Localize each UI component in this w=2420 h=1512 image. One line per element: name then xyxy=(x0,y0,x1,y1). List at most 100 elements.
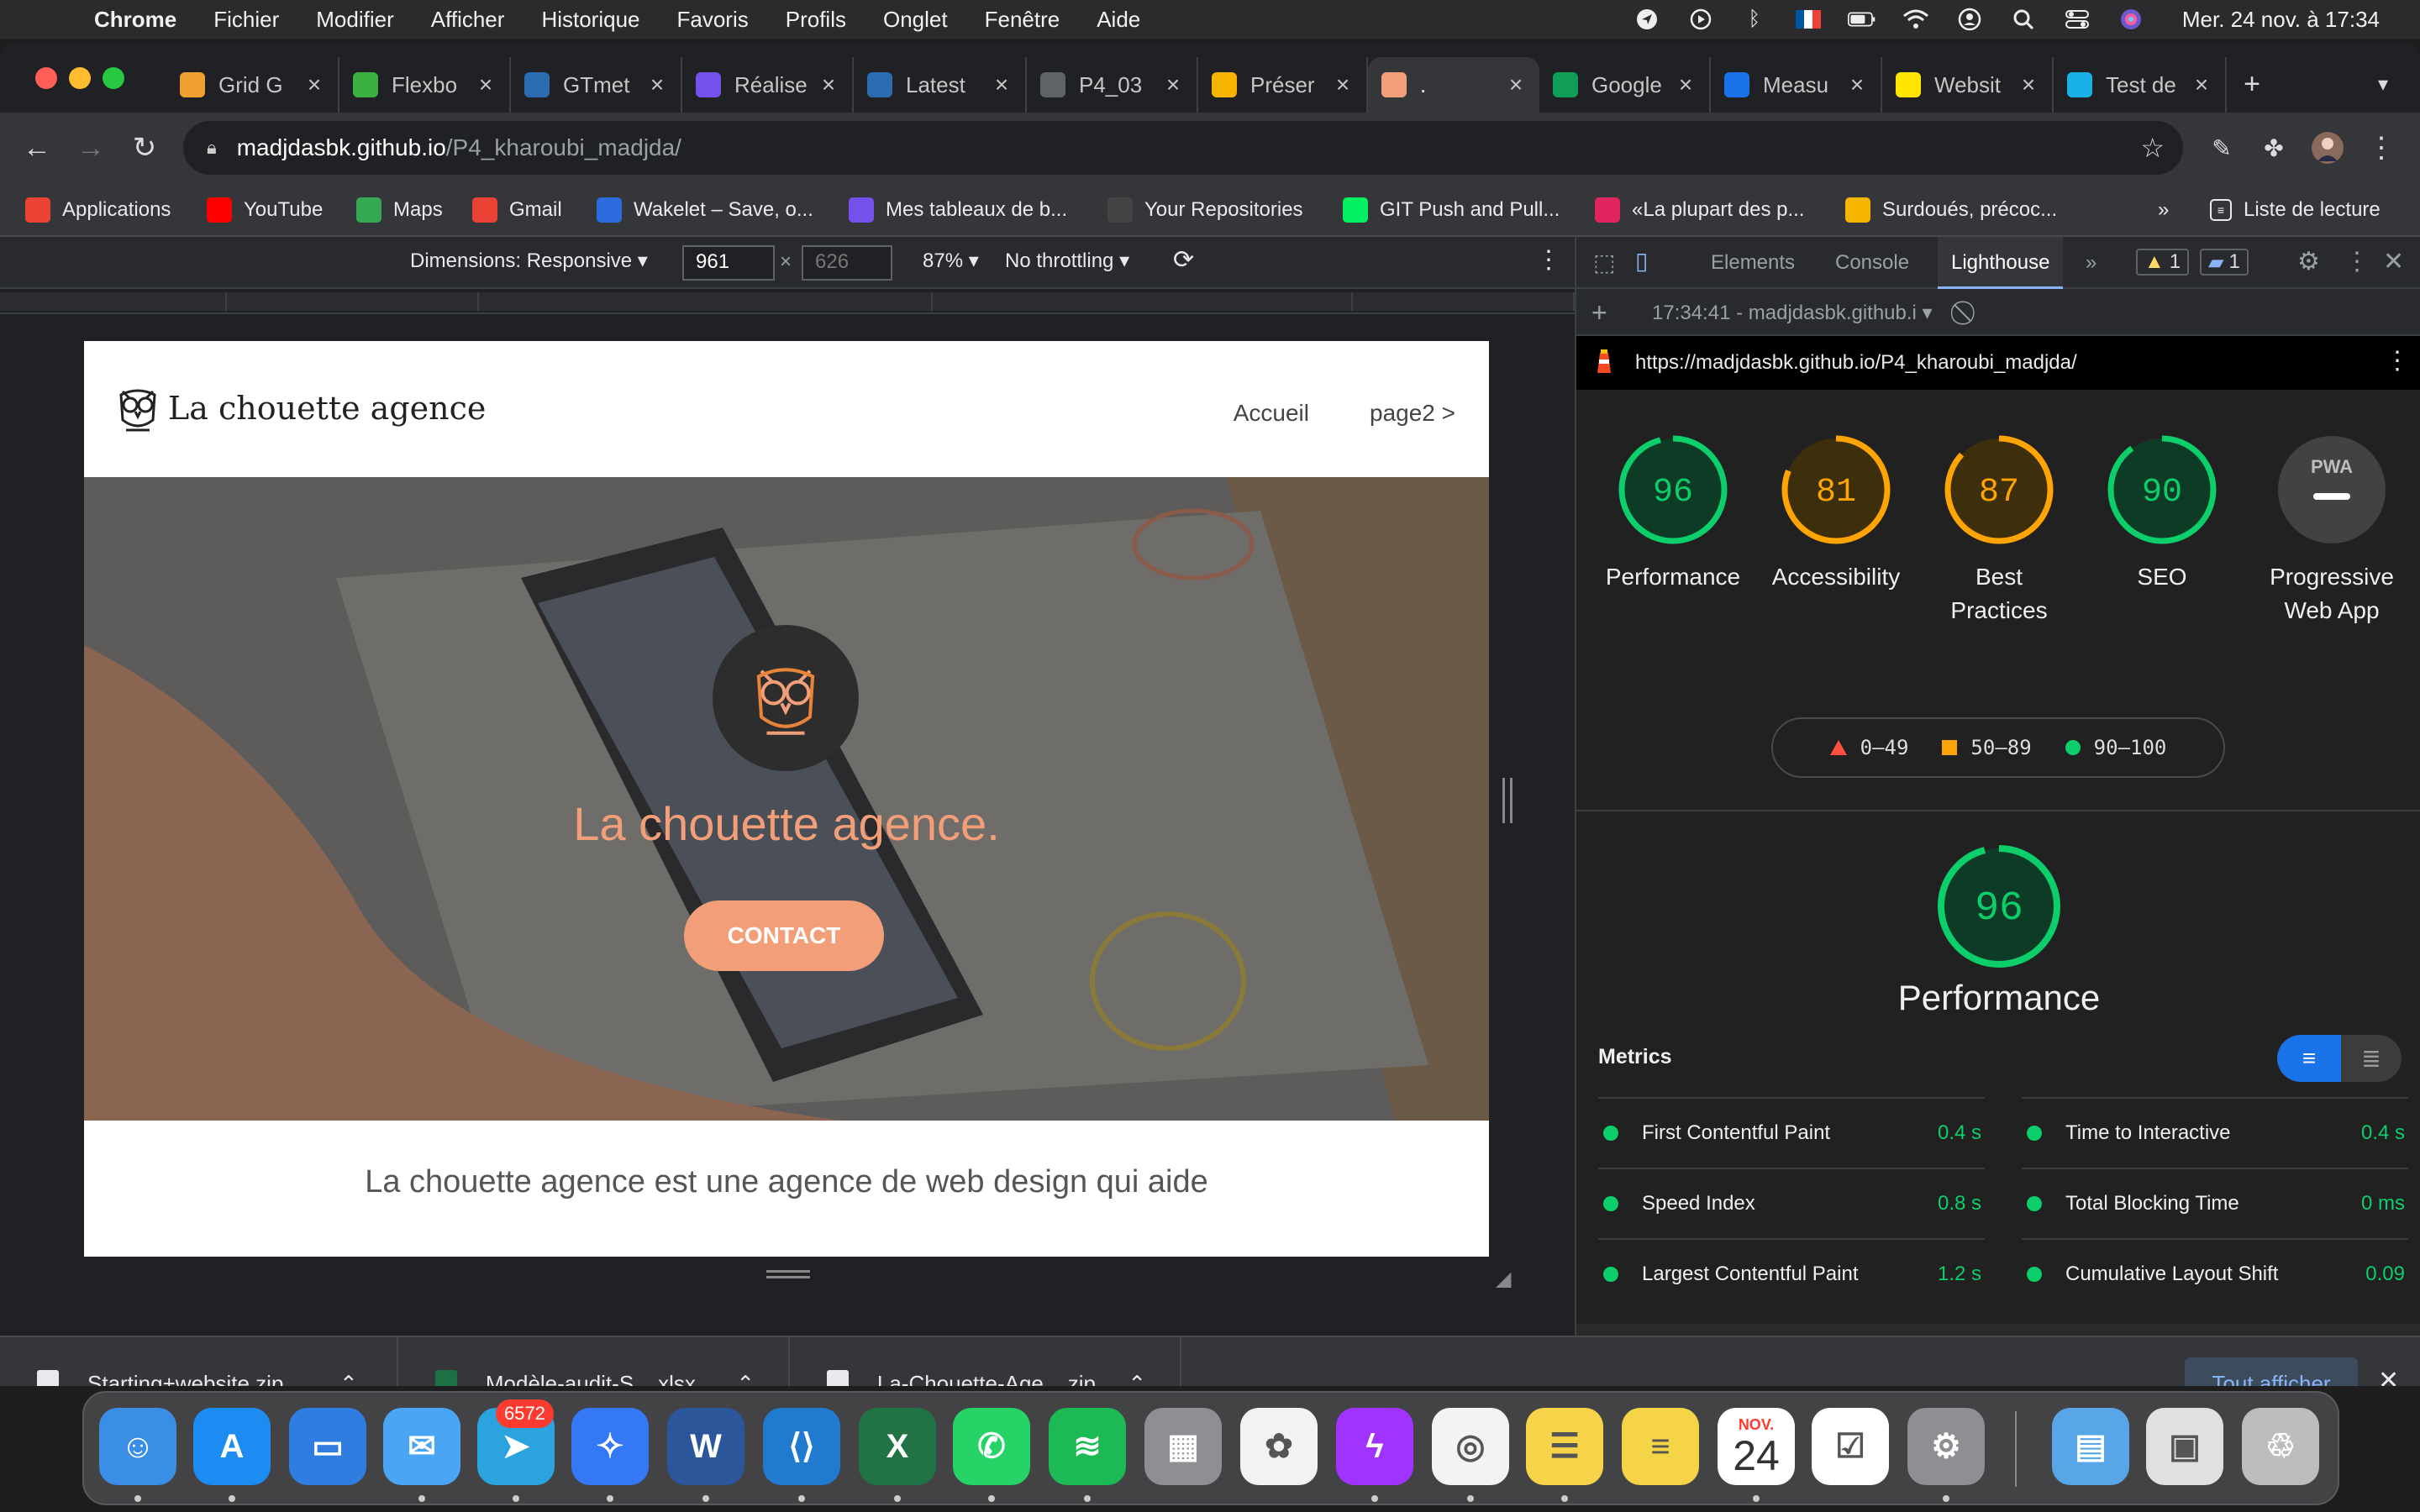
score-gauge[interactable]: 87 Best Practices xyxy=(1919,435,2079,627)
minimize-window-button[interactable] xyxy=(69,67,91,89)
keynote-icon[interactable]: ▭ xyxy=(289,1408,366,1485)
recent-document-icon[interactable]: ▣ xyxy=(2146,1408,2223,1485)
word-icon[interactable]: W xyxy=(667,1408,744,1485)
tab-close-icon[interactable]: × xyxy=(818,71,839,98)
menu-fichier[interactable]: Fichier xyxy=(213,7,279,33)
browser-tab[interactable]: Test de × xyxy=(2054,57,2227,113)
score-gauge[interactable]: 90 SEO xyxy=(2082,435,2242,594)
tab-elements[interactable]: Elements xyxy=(1711,237,1795,289)
browser-tab[interactable]: GTmet × xyxy=(511,57,682,113)
rotate-icon[interactable]: ⟳ xyxy=(1173,245,1194,275)
bookmark-item[interactable]: Wakelet – Save, o... xyxy=(597,193,813,227)
launchpad-icon[interactable]: ▦ xyxy=(1144,1408,1222,1485)
menu-historique[interactable]: Historique xyxy=(541,7,639,33)
system-preferences-icon[interactable]: ⚙ xyxy=(1907,1408,1985,1485)
browser-tab[interactable]: Flexbo × xyxy=(339,57,511,113)
download-item[interactable]: Starting+website.zip ⌃ xyxy=(0,1337,398,1386)
metrics-view-toggle[interactable]: ≡ ≣ xyxy=(2277,1035,2402,1082)
bookmark-item[interactable]: YouTube xyxy=(207,193,323,227)
report-menu-icon[interactable]: ⋮ xyxy=(2385,346,2410,375)
profile-avatar[interactable] xyxy=(2311,131,2344,165)
menubar-clock[interactable]: Mer. 24 nov. à 17:34 xyxy=(2182,7,2380,33)
chevron-up-icon[interactable]: ⌃ xyxy=(1128,1371,1146,1387)
safari-icon[interactable]: ✧ xyxy=(571,1408,649,1485)
viewport-height-input[interactable]: 626 xyxy=(802,245,892,281)
contact-button[interactable]: CONTACT xyxy=(684,900,884,971)
browser-tab[interactable]: Réalise × xyxy=(682,57,854,113)
device-toggle-icon[interactable]: ▯ xyxy=(1635,247,1648,275)
address-bar[interactable]: 🔒︎ madjdasbk.github.io/P4_kharoubi_madjd… xyxy=(183,121,2183,175)
tab-close-icon[interactable]: × xyxy=(1676,71,1696,98)
show-all-downloads-button[interactable]: Tout afficher xyxy=(2185,1357,2358,1386)
zoom-dropdown[interactable]: 87% ▾ xyxy=(923,249,979,273)
tab-close-icon[interactable]: × xyxy=(304,71,324,98)
browser-tab[interactable]: . × xyxy=(1368,57,1539,113)
menu-favoris[interactable]: Favoris xyxy=(677,7,749,33)
finder-icon[interactable]: ☺ xyxy=(99,1408,176,1485)
bookmark-item[interactable]: Mes tableaux de b... xyxy=(849,193,1067,227)
nav-accueil-link[interactable]: Accueil xyxy=(1234,400,1309,427)
throttling-dropdown[interactable]: No throttling ▾ xyxy=(1005,249,1129,273)
tab-close-icon[interactable]: × xyxy=(1506,71,1526,98)
expanded-view-icon[interactable]: ≣ xyxy=(2341,1035,2402,1082)
vscode-icon[interactable]: ⟨⟩ xyxy=(763,1408,840,1485)
device-toolbar-menu-icon[interactable]: ⋮ xyxy=(1536,245,1561,275)
bookmark-item[interactable]: Maps xyxy=(356,193,443,227)
french-flag-icon[interactable] xyxy=(1794,7,1823,32)
tab-close-icon[interactable]: × xyxy=(1333,71,1353,98)
compact-view-icon[interactable]: ≡ xyxy=(2277,1035,2341,1082)
score-gauge[interactable]: 81 Accessibility xyxy=(1756,435,1916,594)
photos-icon[interactable]: ✿ xyxy=(1240,1408,1318,1485)
more-tabs-chevron[interactable]: » xyxy=(2086,237,2096,289)
messages-counter[interactable]: ▰ 1 xyxy=(2200,249,2249,276)
viewport-resize-corner-icon[interactable]: ◢ xyxy=(1496,1267,1511,1291)
browser-tab[interactable]: Grid G × xyxy=(166,57,339,113)
download-item[interactable]: Modèle-audit-S....xlsx ⌃ xyxy=(398,1337,790,1386)
menu-aide[interactable]: Aide xyxy=(1097,7,1140,33)
mail-icon[interactable]: ✉ xyxy=(383,1408,460,1485)
close-downloads-icon[interactable]: ✕ xyxy=(2378,1366,2399,1386)
tab-close-icon[interactable]: × xyxy=(1163,71,1183,98)
menu-afficher[interactable]: Afficher xyxy=(431,7,505,33)
browser-tab[interactable]: Latest × xyxy=(854,57,1027,113)
tab-close-icon[interactable]: × xyxy=(1847,71,1867,98)
viewport-resize-handle-right[interactable] xyxy=(1502,778,1512,823)
downloads-folder-icon[interactable]: ▤ xyxy=(2052,1408,2129,1485)
chrome-menu-icon[interactable]: ⋮ xyxy=(2365,131,2398,165)
tab-close-icon[interactable]: × xyxy=(2018,71,2039,98)
reminders-icon[interactable]: ☑ xyxy=(1812,1408,1889,1485)
new-report-plus-icon[interactable]: + xyxy=(1591,297,1607,328)
user-account-icon[interactable] xyxy=(1955,7,1984,32)
score-gauge[interactable]: 96 Performance xyxy=(1593,435,1753,594)
tab-close-icon[interactable]: × xyxy=(2191,71,2212,98)
nav-page2-link[interactable]: page2 > xyxy=(1370,400,1455,427)
download-item[interactable]: La-Chouette-Age....zip ⌃ xyxy=(790,1337,1181,1386)
browser-tab[interactable]: P4_03 × xyxy=(1027,57,1198,113)
bluetooth-icon[interactable]: ᛒ xyxy=(1740,7,1769,32)
tab-lighthouse[interactable]: Lighthouse xyxy=(1938,237,2064,289)
devtools-settings-gear-icon[interactable]: ⚙ xyxy=(2297,247,2320,276)
tab-close-icon[interactable]: × xyxy=(647,71,667,98)
close-window-button[interactable] xyxy=(35,67,57,89)
spotlight-search-icon[interactable] xyxy=(2009,7,2038,32)
devtools-close-icon[interactable]: ✕ xyxy=(2383,247,2404,276)
calendar-icon[interactable]: NOV. 24 xyxy=(1718,1408,1795,1485)
bookmark-item[interactable]: Gmail xyxy=(472,193,562,227)
reload-icon[interactable]: ↻ xyxy=(128,131,161,165)
bookmark-item[interactable]: «La plupart des p... xyxy=(1595,193,1804,227)
chevron-up-icon[interactable]: ⌃ xyxy=(339,1371,358,1387)
back-arrow-icon[interactable]: ← xyxy=(20,131,54,165)
menu-app-name[interactable]: Chrome xyxy=(94,7,176,33)
whatsapp-icon[interactable]: ✆ xyxy=(953,1408,1030,1485)
lighthouse-report-url[interactable]: https://madjdasbk.github.io/P4_kharoubi_… xyxy=(1635,351,2077,375)
messenger-icon[interactable]: ϟ xyxy=(1336,1408,1413,1485)
menu-fenetre[interactable]: Fenêtre xyxy=(985,7,1060,33)
control-center-icon[interactable] xyxy=(2063,7,2091,32)
notes-icon[interactable]: ☰ xyxy=(1526,1408,1603,1485)
wifi-icon[interactable] xyxy=(1902,7,1930,32)
devtools-menu-icon[interactable]: ⋮ xyxy=(2344,247,2370,276)
battery-icon[interactable] xyxy=(1847,7,1876,32)
browser-tab[interactable]: Google × xyxy=(1539,57,1711,113)
color-picker-extension-icon[interactable]: ✎ xyxy=(2205,131,2238,165)
menu-onglet[interactable]: Onglet xyxy=(883,7,948,33)
